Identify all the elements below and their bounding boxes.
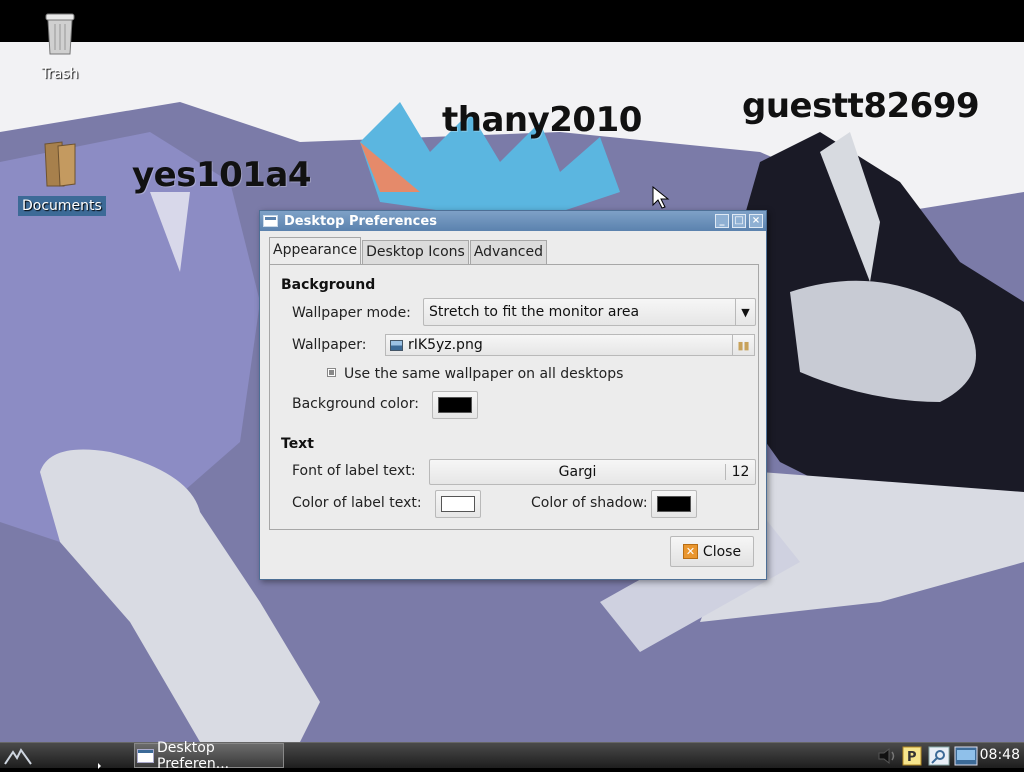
- wallpaper-label: Wallpaper:: [292, 337, 367, 353]
- wallpaper-mode-value: Stretch to fit the monitor area: [429, 304, 640, 320]
- lxde-logo-icon: [4, 747, 32, 765]
- font-name: Gargi: [558, 464, 597, 480]
- dropdown-arrow-icon[interactable]: ▼: [735, 299, 755, 325]
- desktop-preferences-dialog: Desktop Preferences _ □ × Appearance Des…: [259, 210, 767, 580]
- label-color-button[interactable]: [435, 490, 481, 518]
- folder-icon: [44, 141, 76, 187]
- mouse-cursor-icon: [98, 763, 101, 769]
- background-color-swatch: [438, 397, 472, 413]
- mouse-cursor-icon: [652, 186, 670, 209]
- tab-bar: Appearance Desktop Icons Advanced: [269, 237, 548, 264]
- desktop-icon-label: Documents: [18, 196, 106, 216]
- wallpaper-file-name: rIK5yz.png: [408, 337, 483, 353]
- svg-text:P: P: [907, 750, 917, 765]
- clock[interactable]: 08:48: [980, 747, 1020, 763]
- p-indicator-icon[interactable]: P: [902, 746, 922, 766]
- dialog-title: Desktop Preferences: [284, 213, 437, 229]
- wallpaper-text-1: yes101a4: [132, 155, 312, 195]
- window-icon: [263, 215, 278, 227]
- tab-advanced[interactable]: Advanced: [469, 240, 547, 264]
- font-button[interactable]: Gargi 12: [429, 459, 756, 485]
- maximize-icon[interactable]: □: [732, 214, 746, 228]
- background-color-button[interactable]: [432, 391, 478, 419]
- wallpaper-mode-select[interactable]: Stretch to fit the monitor area ▼: [423, 298, 756, 326]
- volume-icon[interactable]: [876, 746, 900, 766]
- same-wallpaper-checkbox[interactable]: [327, 368, 336, 377]
- wallpaper-text-3: guestt82699: [742, 86, 980, 126]
- start-menu-button[interactable]: [0, 743, 36, 769]
- close-icon: ✕: [682, 544, 698, 559]
- tab-appearance[interactable]: Appearance: [269, 237, 362, 264]
- font-label: Font of label text:: [292, 463, 416, 479]
- search-icon[interactable]: [928, 746, 950, 766]
- background-heading: Background: [281, 277, 376, 293]
- taskbar: Desktop Preferen... P 08:48: [0, 740, 1024, 772]
- shadow-color-swatch: [657, 496, 691, 512]
- background-color-label: Background color:: [292, 396, 419, 412]
- trash-icon: [45, 13, 75, 55]
- same-wallpaper-label[interactable]: Use the same wallpaper on all desktops: [344, 366, 623, 382]
- wallpaper-mode-label: Wallpaper mode:: [292, 305, 411, 321]
- close-button-label: Close: [702, 543, 742, 560]
- desktop-icon-label: Trash: [41, 66, 79, 82]
- image-file-icon: [390, 339, 403, 351]
- minimize-icon[interactable]: _: [715, 214, 729, 228]
- desktop-icon-trash[interactable]: Trash: [18, 12, 102, 84]
- window-icon: [137, 748, 155, 763]
- shadow-color-button[interactable]: [651, 490, 697, 518]
- shadow-color-label: Color of shadow:: [531, 495, 648, 511]
- close-button[interactable]: ✕ Close: [670, 536, 754, 567]
- text-heading: Text: [281, 436, 314, 452]
- wallpaper-text-2: thany2010: [442, 100, 642, 140]
- tab-desktop-icons[interactable]: Desktop Icons: [362, 240, 469, 264]
- label-color-swatch: [441, 496, 475, 512]
- label-color-label: Color of label text:: [292, 495, 422, 511]
- dialog-titlebar[interactable]: Desktop Preferences _ □ ×: [260, 211, 766, 231]
- desktop-icon[interactable]: [954, 746, 978, 766]
- close-window-icon[interactable]: ×: [749, 214, 763, 228]
- appearance-panel: Background Wallpaper mode: Stretch to fi…: [269, 264, 759, 530]
- font-size: 12: [725, 464, 755, 480]
- taskbar-window-button[interactable]: Desktop Preferen...: [134, 740, 284, 772]
- open-folder-icon[interactable]: ▮▮: [732, 335, 754, 355]
- wallpaper-file-chooser[interactable]: rIK5yz.png ▮▮: [385, 334, 755, 356]
- taskbar-window-label: Desktop Preferen...: [157, 739, 230, 772]
- desktop-icon-documents[interactable]: Documents: [18, 140, 106, 216]
